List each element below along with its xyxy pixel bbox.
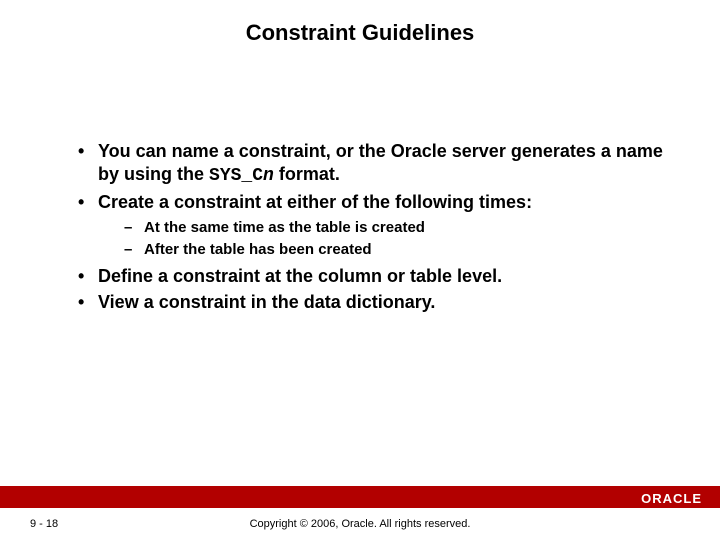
bullet-3: Define a constraint at the column or tab…: [70, 265, 670, 288]
sub-bullet-2b: After the table has been created: [98, 240, 670, 260]
bullet-2: Create a constraint at either of the fol…: [70, 191, 670, 259]
sub-bullet-2a: At the same time as the table is created: [98, 218, 670, 238]
copyright-text: Copyright © 2006, Oracle. All rights res…: [0, 518, 720, 530]
bullet-2-text: Create a constraint at either of the fol…: [98, 192, 532, 212]
footer-bar: [0, 486, 720, 508]
slide: Constraint Guidelines You can name a con…: [0, 0, 720, 540]
slide-title: Constraint Guidelines: [0, 20, 720, 46]
bullet-1-text-post: format.: [274, 164, 340, 184]
bullet-1-text-pre: You can name a constraint, or the Oracle…: [98, 141, 663, 184]
bullet-1-code: SYS_C: [209, 166, 263, 186]
bullet-1-code-italic: n: [263, 166, 274, 186]
slide-body: You can name a constraint, or the Oracle…: [70, 140, 670, 316]
bullet-1: You can name a constraint, or the Oracle…: [70, 140, 670, 189]
bullet-4: View a constraint in the data dictionary…: [70, 291, 670, 314]
oracle-logo: ORACLE: [641, 491, 702, 506]
sub-bullet-list: At the same time as the table is created…: [98, 218, 670, 259]
bullet-list: You can name a constraint, or the Oracle…: [70, 140, 670, 314]
